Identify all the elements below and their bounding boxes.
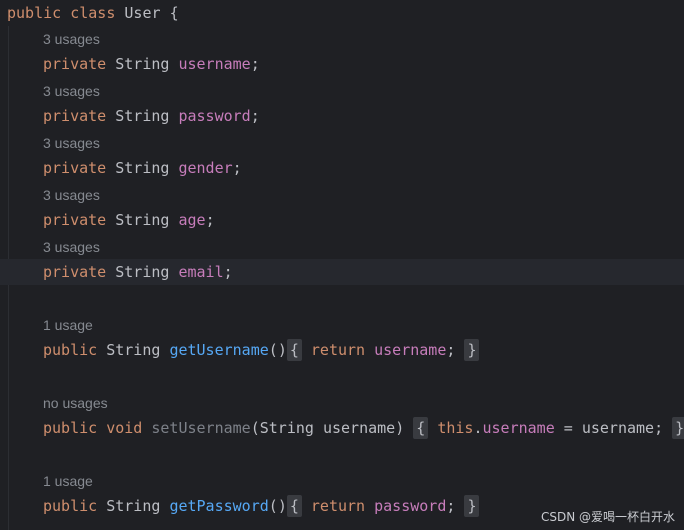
type-name: String — [115, 107, 170, 125]
field-name: password — [178, 107, 251, 125]
csdn-watermark: CSDN @爱喝一杯白开水 — [540, 510, 675, 524]
semicolon: ; — [205, 211, 215, 229]
code-editor[interactable]: public class User { 3 usages private Str… — [0, 0, 684, 530]
folded-brace-close[interactable]: } — [464, 495, 480, 517]
keyword: private — [43, 55, 107, 73]
dot: . — [473, 419, 483, 437]
field-reference: password — [374, 497, 447, 515]
field-name: username — [178, 55, 251, 73]
type-name: String — [115, 263, 170, 281]
params-close: ) — [277, 497, 287, 515]
field-reference: username — [374, 341, 447, 359]
keyword: return — [310, 497, 366, 515]
params-open: ( — [268, 497, 278, 515]
return-type: String — [106, 341, 161, 359]
semicolon: ; — [232, 159, 242, 177]
keyword: private — [43, 107, 107, 125]
keyword: public — [43, 341, 98, 359]
usage-hint[interactable]: no usages — [43, 392, 108, 414]
params-open: ( — [268, 341, 278, 359]
class-declaration-line[interactable]: public class User { — [0, 0, 684, 26]
usage-hint[interactable]: 1 usage — [43, 470, 93, 492]
keyword: this — [437, 419, 474, 437]
folded-brace-open[interactable]: { — [413, 417, 429, 439]
folded-brace-close[interactable]: } — [464, 339, 480, 361]
semicolon: ; — [446, 341, 456, 359]
usage-hint[interactable]: 3 usages — [43, 80, 100, 102]
type-name: String — [115, 211, 170, 229]
field-line-email[interactable]: private String email; — [0, 259, 684, 285]
usage-hint[interactable]: 3 usages — [43, 236, 100, 258]
keyword: return — [310, 341, 366, 359]
keyword: public — [43, 497, 98, 515]
folded-brace-close[interactable]: } — [672, 417, 684, 439]
field-line-age[interactable]: private String age; — [0, 207, 684, 233]
semicolon: ; — [446, 497, 456, 515]
return-type: void — [106, 419, 143, 437]
semicolon: ; — [250, 55, 260, 73]
field-name: gender — [178, 159, 233, 177]
field-line-password[interactable]: private String password; — [0, 103, 684, 129]
field-reference: username — [482, 419, 555, 437]
folded-brace-open[interactable]: { — [286, 339, 302, 361]
open-brace: { — [169, 4, 179, 22]
type-name: String — [115, 55, 170, 73]
field-name: age — [178, 211, 206, 229]
field-name: email — [178, 263, 224, 281]
method-name: getPassword — [169, 497, 269, 515]
semicolon: ; — [250, 107, 260, 125]
usage-hint[interactable]: 3 usages — [43, 28, 100, 50]
usage-hint[interactable]: 3 usages — [43, 132, 100, 154]
folded-brace-open[interactable]: { — [286, 495, 302, 517]
keyword: class — [70, 4, 116, 22]
method-line-setUsername[interactable]: public void setUsername(String username)… — [0, 415, 684, 441]
method-name: setUsername — [151, 419, 251, 437]
method-name: getUsername — [169, 341, 269, 359]
usage-hint[interactable]: 3 usages — [43, 184, 100, 206]
semicolon: ; — [223, 263, 233, 281]
keyword: public — [7, 4, 62, 22]
keyword: private — [43, 211, 107, 229]
field-line-username[interactable]: private String username; — [0, 51, 684, 77]
params-close: ) — [277, 341, 287, 359]
class-name: User — [124, 4, 161, 22]
keyword: public — [43, 419, 98, 437]
assignment: = username; — [554, 419, 664, 437]
type-name: String — [115, 159, 170, 177]
usage-hint[interactable]: 1 usage — [43, 314, 93, 336]
parameter-list: (String username) — [250, 419, 405, 437]
return-type: String — [106, 497, 161, 515]
keyword: private — [43, 159, 107, 177]
method-line-getUsername[interactable]: public String getUsername(){ return user… — [0, 337, 684, 363]
keyword: private — [43, 263, 107, 281]
field-line-gender[interactable]: private String gender; — [0, 155, 684, 181]
